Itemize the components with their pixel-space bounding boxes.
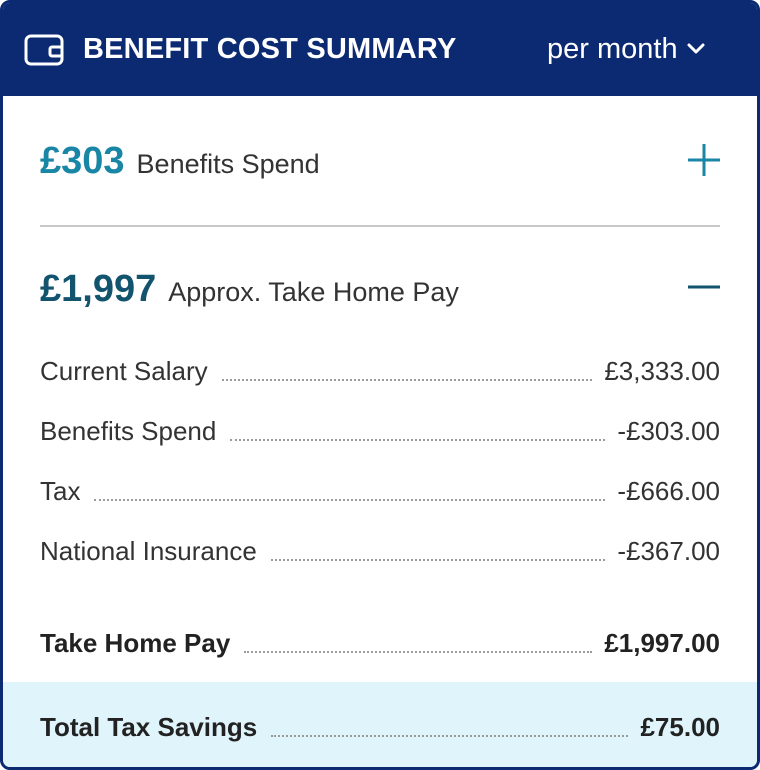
line-label: Current Salary — [40, 356, 208, 386]
dotted-leader — [244, 651, 593, 653]
breakdown-line-current-salary: Current Salary £3,333.00 — [40, 351, 720, 387]
benefits-spend-label: Benefits Spend — [136, 149, 320, 179]
total-tax-savings: Total Tax Savings £75.00 — [40, 707, 720, 743]
take-home-label: Approx. Take Home Pay — [168, 277, 459, 307]
period-dropdown[interactable]: per month — [547, 29, 706, 69]
line-value: -£666.00 — [617, 476, 720, 506]
card-title: BENEFIT COST SUMMARY — [83, 33, 457, 65]
period-label: per month — [547, 33, 678, 65]
line-value: £3,333.00 — [604, 356, 720, 386]
breakdown-line-tax: Tax -£666.00 — [40, 471, 720, 507]
total-value: £1,997.00 — [604, 628, 720, 658]
breakdown-line-benefits-spend: Benefits Spend -£303.00 — [40, 411, 720, 447]
dotted-leader — [230, 439, 606, 441]
minus-icon[interactable] — [684, 267, 724, 307]
dotted-leader — [270, 559, 606, 561]
section-divider — [40, 225, 720, 227]
dotted-leader — [271, 735, 629, 737]
line-label: Tax — [40, 476, 81, 506]
take-home-summary: £1,997 Approx. Take Home Pay — [40, 268, 720, 311]
benefits-spend-amount: £303 — [40, 140, 125, 182]
dotted-leader — [94, 499, 606, 501]
card-header: BENEFIT COST SUMMARY per month — [3, 3, 757, 96]
savings-value: £75.00 — [640, 712, 720, 742]
dotted-leader — [221, 379, 593, 381]
total-label: Take Home Pay — [40, 628, 231, 658]
benefits-spend-summary: £303 Benefits Spend — [40, 140, 720, 183]
line-value: -£367.00 — [617, 536, 720, 566]
take-home-pay-total: Take Home Pay £1,997.00 — [40, 623, 720, 659]
line-value: -£303.00 — [617, 416, 720, 446]
chevron-down-icon — [687, 43, 705, 54]
benefit-cost-summary-card: BENEFIT COST SUMMARY per month £303 Bene… — [0, 0, 760, 770]
plus-icon[interactable] — [684, 140, 724, 180]
breakdown-line-national-insurance: National Insurance -£367.00 — [40, 531, 720, 567]
take-home-amount: £1,997 — [40, 268, 157, 310]
line-label: National Insurance — [40, 536, 257, 566]
line-label: Benefits Spend — [40, 416, 217, 446]
savings-label: Total Tax Savings — [40, 712, 258, 742]
wallet-icon — [24, 34, 64, 66]
